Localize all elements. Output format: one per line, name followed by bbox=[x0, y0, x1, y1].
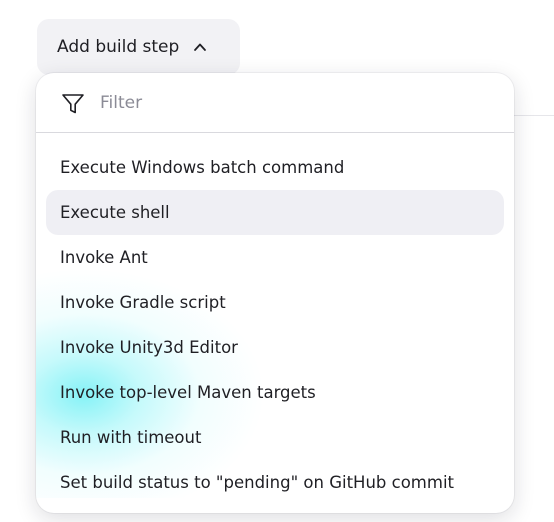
filter-row bbox=[36, 73, 514, 133]
menu-item-invoke-unity3d-editor[interactable]: Invoke Unity3d Editor bbox=[46, 325, 504, 370]
menu-item-set-build-status-pending[interactable]: Set build status to "pending" on GitHub … bbox=[46, 460, 504, 505]
menu-item-invoke-ant[interactable]: Invoke Ant bbox=[46, 235, 504, 280]
build-step-dropdown: Execute Windows batch command Execute sh… bbox=[36, 73, 514, 513]
menu-item-invoke-top-level-maven-targets[interactable]: Invoke top-level Maven targets bbox=[46, 370, 504, 415]
build-step-list: Execute Windows batch command Execute sh… bbox=[36, 145, 514, 505]
funnel-icon bbox=[60, 91, 86, 117]
menu-item-invoke-gradle-script[interactable]: Invoke Gradle script bbox=[46, 280, 504, 325]
menu-item-execute-shell[interactable]: Execute shell bbox=[46, 190, 504, 235]
menu-item-run-with-timeout[interactable]: Run with timeout bbox=[46, 415, 504, 460]
add-build-step-button[interactable]: Add build step bbox=[37, 19, 240, 75]
add-build-step-label: Add build step bbox=[57, 37, 180, 57]
chevron-up-icon bbox=[193, 40, 207, 54]
menu-item-execute-windows-batch-command[interactable]: Execute Windows batch command bbox=[46, 145, 504, 190]
filter-input[interactable] bbox=[100, 88, 480, 118]
